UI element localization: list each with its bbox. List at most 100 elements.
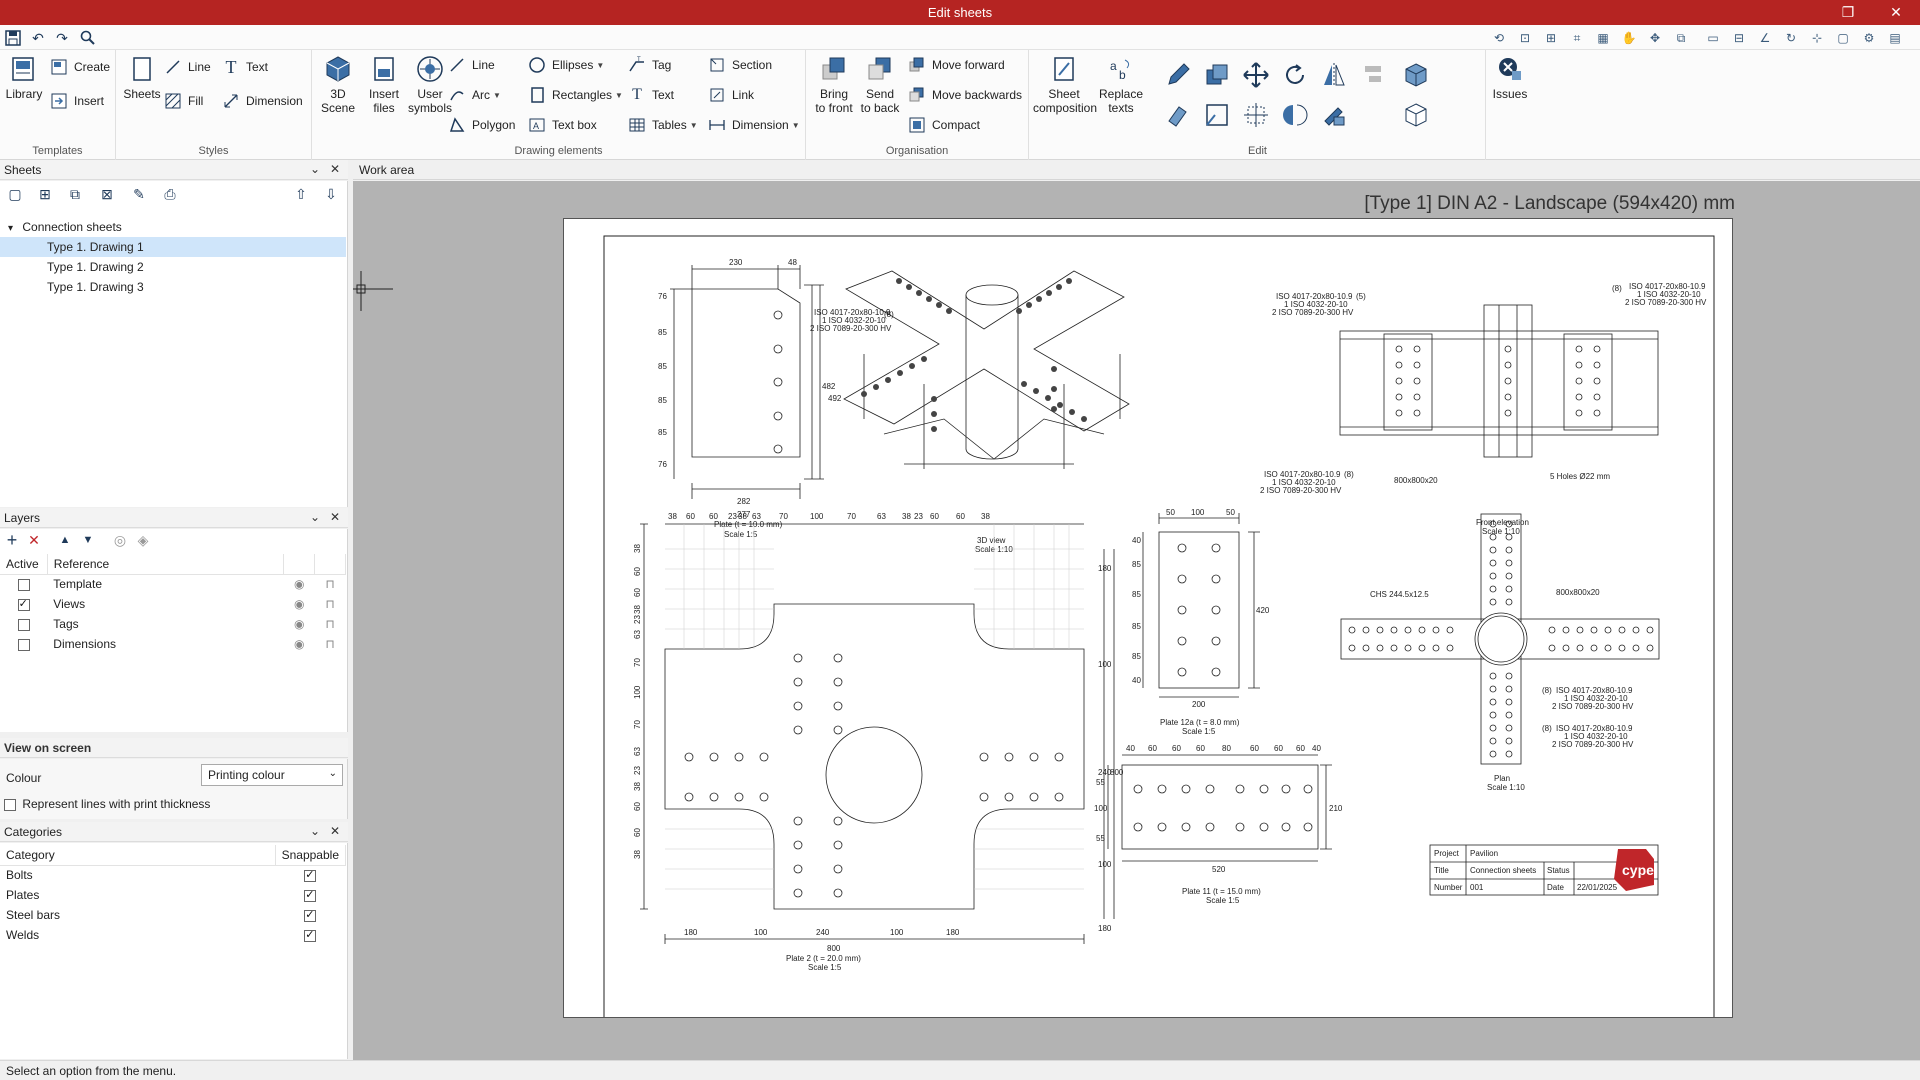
symmetry-icon[interactable] bbox=[1278, 98, 1312, 132]
draw-tables-button[interactable]: Tables ▼ bbox=[626, 114, 698, 136]
layer-down-icon[interactable]: ▼ bbox=[76, 529, 100, 551]
replace-texts-button[interactable]: ab Replace texts bbox=[1097, 54, 1145, 115]
copy-icon[interactable] bbox=[1200, 58, 1234, 92]
drawing-sheet[interactable]: 230 48 282 277 482 492 76 85 85 85 85 76… bbox=[563, 218, 1733, 1023]
tree-expand-icon[interactable]: ▾ bbox=[8, 223, 13, 234]
draw-ellipses-button[interactable]: Ellipses ▼ bbox=[526, 54, 604, 76]
move-down-arrow-icon[interactable]: ⇩ bbox=[319, 183, 343, 205]
new-sheet-icon[interactable]: ▢ bbox=[3, 183, 27, 205]
draw-rectangles-button[interactable]: Rectangles ▼ bbox=[526, 84, 623, 106]
layer-row[interactable]: Template ◉ ⊓ bbox=[0, 574, 346, 594]
send-to-back-button[interactable]: Send to back bbox=[856, 54, 904, 115]
eye-visibility-icon[interactable]: ◉ bbox=[284, 614, 315, 634]
layers-icon[interactable]: ⧉ bbox=[1672, 29, 1690, 47]
draw-arc-button[interactable]: Arc ▼ bbox=[446, 84, 501, 106]
eraser-icon[interactable] bbox=[1161, 98, 1195, 132]
edit-sheet-icon[interactable]: ✎ bbox=[127, 183, 151, 205]
text-style-button[interactable]: T Text bbox=[220, 56, 269, 78]
layer-up-icon[interactable]: ▲ bbox=[53, 529, 77, 551]
insert-template-button[interactable]: Insert bbox=[48, 90, 104, 112]
work-area-tab[interactable]: Work area bbox=[353, 160, 1920, 180]
settings-icon[interactable]: ⚙ bbox=[1860, 29, 1878, 47]
rectangles-dropdown-caret-icon[interactable]: ▼ bbox=[615, 91, 623, 100]
layer-row[interactable]: Tags ◉ ⊓ bbox=[0, 614, 346, 634]
duplicate-sheet-icon[interactable]: ⧉ bbox=[63, 183, 87, 205]
fill-style-button[interactable]: Fill bbox=[162, 90, 203, 112]
tree-item-sheet[interactable]: Type 1. Drawing 3 bbox=[0, 277, 346, 297]
zoom-search-icon[interactable] bbox=[78, 28, 98, 48]
print-thickness-checkbox-row[interactable]: Represent lines with print thickness bbox=[4, 797, 210, 811]
move-icon[interactable]: ✥ bbox=[1646, 29, 1664, 47]
zoom-all-icon[interactable]: ⌗ bbox=[1568, 29, 1586, 47]
library-button[interactable]: Library bbox=[0, 54, 48, 101]
tree-item-sheet[interactable]: Type 1. Drawing 2 bbox=[0, 257, 346, 277]
redraw-icon[interactable]: ⟲ bbox=[1490, 29, 1508, 47]
angle-icon[interactable]: ∠ bbox=[1756, 29, 1774, 47]
sheet-composition-button[interactable]: Sheet composition bbox=[1033, 54, 1097, 115]
snappable-checkbox[interactable] bbox=[304, 868, 317, 883]
redo-icon[interactable]: ↷ bbox=[52, 28, 72, 48]
layer-row[interactable]: Dimensions ◉ ⊓ bbox=[0, 634, 346, 654]
category-row[interactable]: Steel bars bbox=[0, 905, 346, 925]
undo-icon[interactable]: ↶ bbox=[28, 28, 48, 48]
categories-close-icon[interactable]: ✕ bbox=[330, 824, 340, 838]
draw-section-button[interactable]: Section bbox=[706, 54, 772, 76]
panel-toggle-icon[interactable]: ▤ bbox=[1886, 29, 1904, 47]
add-layer-icon[interactable]: + bbox=[0, 529, 24, 551]
eye-visibility-icon[interactable]: ◉ bbox=[284, 574, 315, 594]
scale-icon[interactable] bbox=[1239, 98, 1273, 132]
refresh-icon[interactable]: ↻ bbox=[1782, 29, 1800, 47]
comment-icon[interactable]: ▢ bbox=[1834, 29, 1852, 47]
dimension-style-button[interactable]: Dimension bbox=[220, 90, 303, 112]
grid-icon[interactable]: ▦ bbox=[1594, 29, 1612, 47]
align-icon[interactable] bbox=[1356, 58, 1390, 92]
draw-tag-button[interactable]: T Tag bbox=[626, 54, 671, 76]
draw-text-button[interactable]: T Text bbox=[626, 84, 674, 106]
tree-item-sheet[interactable]: Type 1. Drawing 1 bbox=[0, 237, 346, 257]
delete-sheet-icon[interactable]: ⊠ bbox=[95, 183, 119, 205]
draw-line-button[interactable]: Line bbox=[446, 54, 495, 76]
rotate-icon[interactable] bbox=[1278, 58, 1312, 92]
draw-text-box-button[interactable]: A Text box bbox=[526, 114, 597, 136]
lock-icon[interactable]: ⊓ bbox=[315, 634, 346, 654]
move-up-arrow-icon[interactable]: ⇧ bbox=[289, 183, 313, 205]
mirror-icon[interactable] bbox=[1317, 58, 1351, 92]
insert-files-button[interactable]: Insert files bbox=[360, 54, 408, 115]
category-row[interactable]: Plates bbox=[0, 885, 346, 905]
snappable-checkbox[interactable] bbox=[304, 928, 317, 942]
block-3d-icon[interactable] bbox=[1399, 58, 1433, 92]
work-area-canvas[interactable]: [Type 1] DIN A2 - Landscape (594x420) mm… bbox=[353, 181, 1920, 1060]
measure-icon[interactable]: ⊟ bbox=[1730, 29, 1748, 47]
print-thickness-checkbox[interactable] bbox=[4, 798, 16, 811]
layer-stack-icon[interactable]: ◈ bbox=[131, 529, 155, 551]
issues-button[interactable]: Issues bbox=[1486, 54, 1534, 101]
layer-active-checkbox[interactable] bbox=[17, 597, 30, 611]
arc-dropdown-caret-icon[interactable]: ▼ bbox=[493, 91, 501, 100]
print-sheet-icon[interactable]: ⎙ bbox=[158, 183, 182, 205]
move-backwards-button[interactable]: Move backwards bbox=[906, 84, 1022, 106]
sheets-collapse-chevron-icon[interactable]: ⌄ bbox=[310, 162, 320, 176]
category-row[interactable]: Welds bbox=[0, 925, 346, 945]
lock-icon[interactable]: ⊓ bbox=[315, 594, 346, 614]
category-row[interactable]: Bolts bbox=[0, 865, 346, 885]
ellipses-dropdown-caret-icon[interactable]: ▼ bbox=[596, 61, 604, 70]
tree-root-connection-sheets[interactable]: ▾ Connection sheets bbox=[0, 217, 346, 237]
tables-dropdown-caret-icon[interactable]: ▼ bbox=[690, 121, 698, 130]
layer-active-checkbox[interactable] bbox=[17, 579, 30, 592]
properties-edit-icon[interactable] bbox=[1317, 98, 1351, 132]
pencil-edit-icon[interactable] bbox=[1161, 58, 1195, 92]
restore-button[interactable]: ❐ bbox=[1833, 2, 1863, 22]
lock-icon[interactable]: ⊓ bbox=[315, 614, 346, 634]
sheets-close-icon[interactable]: ✕ bbox=[330, 162, 340, 176]
line-style-button[interactable]: Line bbox=[162, 56, 211, 78]
snap-icon[interactable]: ⊹ bbox=[1808, 29, 1826, 47]
layer-visibility-all-icon[interactable]: ◎ bbox=[108, 529, 132, 551]
scene-3d-button[interactable]: 3D Scene bbox=[314, 54, 362, 115]
zoom-window-icon[interactable]: ⊡ bbox=[1516, 29, 1534, 47]
draw-dimension-button[interactable]: Dimension ▼ bbox=[706, 114, 800, 136]
eye-visibility-icon[interactable]: ◉ bbox=[284, 634, 315, 654]
lock-icon[interactable]: ⊓ bbox=[315, 574, 346, 594]
eye-visibility-icon[interactable]: ◉ bbox=[284, 594, 315, 614]
bring-to-front-button[interactable]: Bring to front bbox=[810, 54, 858, 115]
save-icon[interactable] bbox=[3, 28, 23, 48]
